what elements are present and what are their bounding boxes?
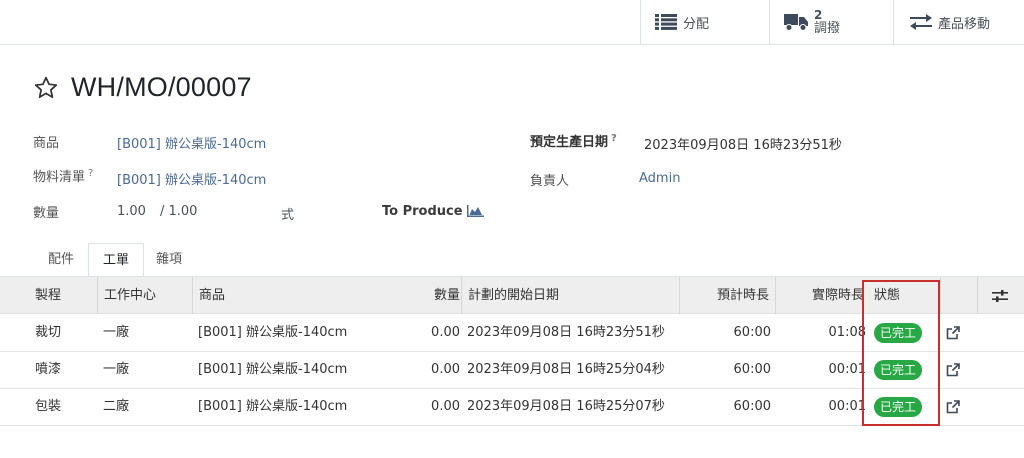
qty-total: / 1.00	[160, 204, 198, 219]
cell-expected-duration: 60:00	[733, 362, 771, 377]
area-chart-icon[interactable]	[467, 205, 484, 217]
cell-start-date: 2023年09月08日 16時23分51秒	[467, 325, 665, 340]
bom-value[interactable]: [B001] 辦公桌版-140cm	[117, 169, 266, 188]
responsible-value[interactable]: Admin	[639, 171, 680, 186]
status-badge: 已完工	[874, 360, 923, 380]
cell-real-duration: 01:08	[828, 325, 866, 340]
product-moves-button[interactable]: 產品移動	[893, 0, 1024, 44]
optional-columns-toggle[interactable]	[977, 277, 1024, 314]
col-workcenter[interactable]: 工作中心	[97, 277, 190, 314]
product-label: 商品	[33, 136, 60, 151]
cell-operation: 裁切	[35, 325, 62, 340]
star-icon[interactable]	[33, 75, 59, 101]
cell-product: [B001] 辦公桌版-140cm	[198, 325, 348, 340]
external-link-icon[interactable]	[946, 363, 960, 377]
list-icon	[655, 14, 677, 30]
col-operation[interactable]: 製程	[35, 277, 95, 314]
planned-date-label-text: 預定生產日期	[530, 135, 609, 150]
uom-value[interactable]: 式	[281, 204, 294, 223]
cell-operation: 包裝	[35, 399, 62, 414]
product-value[interactable]: [B001] 辦公桌版-140cm	[117, 133, 266, 152]
product-moves-label: 產品移動	[938, 16, 991, 32]
notebook-tabs: 配件 工單 雜項	[0, 243, 1024, 277]
truck-icon	[784, 14, 808, 31]
cell-start-date: 2023年09月08日 16時25分07秒	[467, 399, 665, 414]
bom-label: 物料清單?	[33, 166, 93, 185]
responsible-label: 負責人	[530, 174, 570, 189]
exchange-icon	[910, 14, 932, 30]
col-spacer	[940, 277, 977, 314]
table-row[interactable]: 噴漆 一廠 [B001] 辦公桌版-140cm 0.00 2023年09月08日 16時…	[0, 351, 1024, 389]
sliders-icon	[992, 290, 1008, 302]
planned-date-help-icon[interactable]: ?	[611, 133, 617, 144]
tab-workorders[interactable]: 工單	[88, 243, 144, 277]
status-badge: 已完工	[874, 397, 923, 417]
qty-label: 數量	[33, 206, 60, 221]
table-header: 製程 工作中心 商品 數量 計劃的開始日期 預計時長 實際時長 狀態	[0, 276, 1024, 314]
cell-start-date: 2023年09月08日 16時25分04秒	[467, 362, 665, 377]
planned-date-value[interactable]: 2023年09月08日 16時23分51秒	[644, 134, 842, 153]
cell-qty: 0.00	[431, 325, 460, 340]
cell-operation: 噴漆	[35, 362, 62, 377]
cell-qty: 0.00	[431, 362, 460, 377]
cell-real-duration: 00:01	[828, 362, 866, 377]
col-expected-duration[interactable]: 預計時長	[679, 277, 775, 314]
cell-qty: 0.00	[431, 399, 460, 414]
transfers-count: 2	[814, 8, 823, 22]
cell-product: [B001] 辦公桌版-140cm	[198, 362, 348, 377]
external-link-icon[interactable]	[946, 400, 960, 414]
table-row[interactable]: 裁切 一廠 [B001] 辦公桌版-140cm 0.00 2023年09月08日 16時…	[0, 314, 1024, 352]
title-row: WH/MO/00007	[33, 72, 252, 103]
cell-product: [B001] 辦公桌版-140cm	[198, 399, 348, 414]
status-badge: 已完工	[874, 323, 923, 343]
smart-button-bar: 分配 2 調撥 產品移動	[0, 0, 1024, 45]
external-link-icon[interactable]	[946, 326, 960, 340]
record-title: WH/MO/00007	[71, 72, 252, 102]
cell-expected-duration: 60:00	[733, 399, 771, 414]
col-product[interactable]: 商品	[192, 277, 360, 314]
col-real-duration[interactable]: 實際時長	[775, 277, 870, 314]
planned-date-label: 預定生產日期?	[530, 131, 617, 150]
to-produce-label: To Produce	[382, 204, 463, 219]
cell-workcenter: 一廠	[103, 362, 130, 377]
col-start-date[interactable]: 計劃的開始日期	[461, 277, 679, 314]
tab-components[interactable]: 配件	[34, 243, 88, 276]
bom-label-text: 物料清單	[33, 170, 86, 185]
qty-value[interactable]: 1.00	[117, 204, 146, 219]
transfers-button[interactable]: 2 調撥	[769, 0, 893, 44]
bom-help-icon[interactable]: ?	[88, 168, 93, 179]
table-row[interactable]: 包裝 二廠 [B001] 辦公桌版-140cm 0.00 2023年09月08日 16時…	[0, 388, 1024, 426]
allocation-label: 分配	[683, 16, 710, 32]
transfers-label: 調撥	[814, 21, 841, 36]
tab-misc[interactable]: 雜項	[142, 243, 196, 276]
col-qty[interactable]: 數量	[360, 277, 466, 314]
cell-workcenter: 一廠	[103, 325, 130, 340]
cell-workcenter: 二廠	[103, 399, 130, 414]
allocation-button[interactable]: 分配	[640, 0, 769, 44]
cell-real-duration: 00:01	[828, 399, 866, 414]
cell-expected-duration: 60:00	[733, 325, 771, 340]
col-status[interactable]: 狀態	[868, 277, 940, 314]
